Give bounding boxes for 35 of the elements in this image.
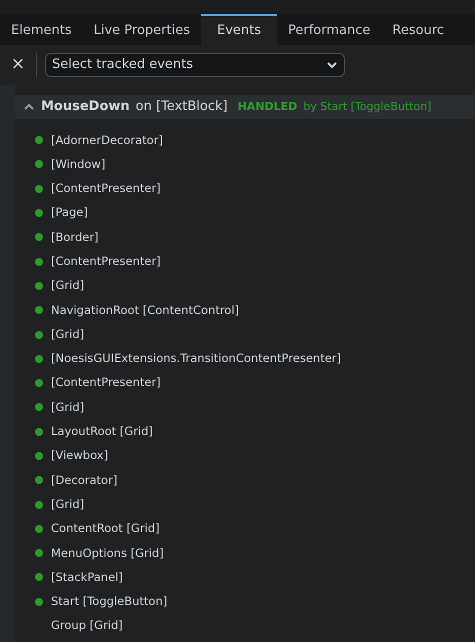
event-target: on [TextBlock] [136, 98, 228, 116]
route-element[interactable]: [Grid] [51, 326, 84, 344]
route-element[interactable]: [ContentPresenter] [51, 374, 161, 392]
route-element[interactable]: NavigationRoot [ContentControl] [51, 302, 240, 319]
select-placeholder: Select tracked events [52, 56, 194, 74]
route-element[interactable]: [ContentPresenter] [51, 253, 161, 270]
route-element[interactable]: [Grid] [51, 398, 84, 416]
tab[interactable]: Performance [277, 14, 382, 45]
route-element[interactable]: [NoesisGUIExtensions.TransitionContentPresenter] [51, 350, 341, 368]
tab[interactable]: Live Properties [82, 14, 201, 45]
route-element[interactable]: [Grid] [51, 496, 84, 514]
event-select[interactable]: Select tracked events [45, 53, 345, 77]
route-element[interactable]: Group [Grid] [51, 617, 123, 635]
route-element[interactable]: [Window] [51, 156, 106, 174]
route-element[interactable]: [ContentPresenter] [51, 180, 161, 198]
event-name: MouseDown [41, 98, 130, 116]
handled-label: HANDLED [238, 98, 298, 115]
route-element[interactable]: [Viewbox] [51, 447, 108, 465]
tab[interactable]: Events [201, 14, 278, 45]
route-element[interactable]: [Grid] [51, 277, 84, 295]
close-button[interactable]: × [8, 52, 28, 78]
tab[interactable]: Elements [0, 14, 83, 45]
route-element[interactable]: MenuOptions [Grid] [51, 544, 164, 562]
route-element[interactable]: LayoutRoot [Grid] [51, 423, 153, 440]
event-header[interactable]: MouseDown on [TextBlock] HANDLED by Start [ToggleButton] [15, 95, 475, 119]
handled-by: by Start [ToggleButton] [303, 98, 432, 115]
route-element[interactable]: Start [ToggleButton] [51, 593, 168, 610]
route-element[interactable]: [Border] [51, 228, 99, 246]
route-element[interactable]: [Page] [51, 204, 88, 222]
route-element[interactable]: [StackPanel] [51, 568, 123, 586]
chevron-down-icon [326, 61, 338, 69]
route-element[interactable]: [Decorator] [51, 472, 118, 489]
route-element[interactable]: ContentRoot [Grid] [51, 520, 160, 538]
route-element[interactable]: [AdornerDecorator] [51, 132, 163, 149]
tab[interactable]: Resourc [381, 14, 456, 45]
